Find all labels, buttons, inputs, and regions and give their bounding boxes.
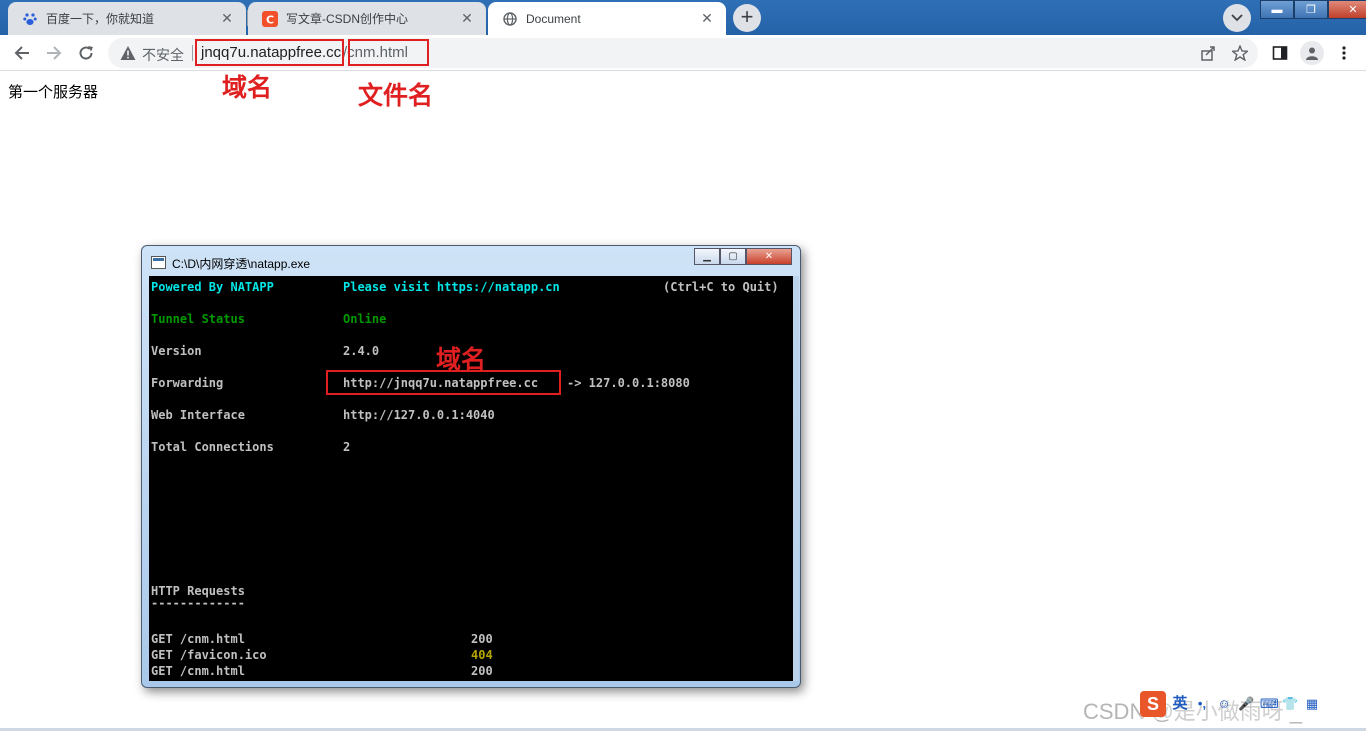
console-row-label: Tunnel Status — [151, 312, 245, 326]
sogou-ime-logo[interactable]: S — [1140, 691, 1166, 717]
domain-highlight-box — [195, 39, 344, 66]
ime-toolbar: S 英 •, ☺ 🎤 ⌨ 👕 ▦ — [1140, 688, 1366, 720]
console-forwarding-target: -> 127.0.0.1:8080 — [567, 376, 690, 390]
console-row-value: http://127.0.0.1:4040 — [343, 408, 495, 422]
console-quit-hint: (Ctrl+C to Quit) — [663, 280, 779, 294]
minimize-window-button[interactable]: ▬ — [1260, 0, 1294, 19]
window-controls: ▬ ❐ ✕ — [1260, 0, 1366, 19]
console-requests-rule: ------------- — [151, 596, 245, 610]
close-tab-icon[interactable]: ✕ — [698, 10, 716, 28]
ime-skin-icon[interactable]: 👕 — [1282, 696, 1298, 712]
reload-button[interactable] — [74, 41, 98, 65]
reload-icon — [79, 46, 93, 60]
console-close-button[interactable]: ✕ — [746, 248, 792, 265]
console-window-controls: ▁ ▢ ✕ — [694, 248, 792, 265]
warning-triangle-icon — [120, 46, 136, 60]
filename-annotation: 文件名 — [358, 82, 434, 110]
globe-icon — [502, 11, 518, 27]
tab-search-button[interactable] — [1223, 4, 1251, 32]
tab-document[interactable]: Document ✕ — [488, 2, 726, 35]
filename-highlight-box — [348, 39, 429, 66]
domain-annotation: 域名 — [222, 74, 273, 102]
console-row-value: 2.4.0 — [343, 344, 380, 358]
tab-title: Document — [526, 11, 581, 26]
page-body-text: 第一个服务器 — [8, 84, 99, 101]
console-visit-url: Please visit https://natapp.cn — [343, 280, 560, 294]
tab-csdn[interactable]: C 写文章-CSDN创作中心 ✕ — [248, 2, 486, 35]
ime-punctuation-icon[interactable]: •, — [1194, 696, 1210, 712]
tab-strip: 百度一下，你就知道 ✕ C 写文章-CSDN创作中心 ✕ Document ✕ … — [0, 0, 1366, 35]
console-row-label: Version — [151, 344, 202, 358]
tab-title: 写文章-CSDN创作中心 — [286, 12, 408, 26]
menu-kebab-icon[interactable] — [1334, 43, 1354, 63]
console-row-value: 2 — [343, 440, 351, 454]
tab-baidu[interactable]: 百度一下，你就知道 ✕ — [8, 2, 246, 35]
address-divider — [192, 45, 193, 61]
console-row-label: Total Connections — [151, 440, 274, 454]
console-request-status: 404 — [471, 648, 493, 662]
close-tab-icon[interactable]: ✕ — [458, 10, 476, 28]
console-minimize-button[interactable]: ▁ — [694, 248, 720, 265]
restore-window-button[interactable]: ❐ — [1294, 0, 1328, 19]
console-scrollbar[interactable] — [793, 276, 799, 681]
close-tab-icon[interactable]: ✕ — [218, 10, 236, 28]
console-row-label: Web Interface — [151, 408, 245, 422]
ime-emoji-icon[interactable]: ☺ — [1216, 696, 1232, 712]
ime-grid-icon[interactable]: ▦ — [1304, 696, 1320, 712]
security-label: 不安全 — [142, 47, 184, 63]
console-row-value: Online — [343, 312, 387, 326]
console-maximize-button[interactable]: ▢ — [720, 248, 746, 265]
profile-avatar-icon[interactable] — [1300, 41, 1324, 65]
close-window-button[interactable]: ✕ — [1328, 0, 1366, 19]
baidu-paw-icon — [22, 11, 38, 27]
chevron-down-icon — [1231, 14, 1243, 22]
tab-title: 百度一下，你就知道 — [46, 12, 155, 26]
console-screen: Powered By NATAPP Please visit https://n… — [149, 276, 793, 681]
console-request-status: 200 — [471, 664, 493, 678]
console-app-icon — [151, 256, 166, 269]
console-request-path: GET /cnm.html — [151, 632, 245, 646]
new-tab-button[interactable]: + — [733, 4, 761, 32]
console-domain-annotation: 域名 — [436, 346, 487, 374]
console-request-status: 200 — [471, 632, 493, 646]
back-arrow-icon — [14, 46, 29, 60]
ime-voice-icon[interactable]: 🎤 — [1238, 696, 1254, 712]
console-request-path: GET /cnm.html — [151, 664, 245, 678]
back-button[interactable] — [10, 41, 34, 65]
side-panel-icon[interactable] — [1270, 43, 1290, 63]
svg-text:C: C — [266, 13, 274, 26]
natapp-console-window[interactable]: C:\D\内网穿透\natapp.exe ▁ ▢ ✕ Powered By NA… — [141, 245, 801, 688]
ime-language-toggle[interactable]: 英 — [1172, 696, 1188, 712]
forward-button[interactable] — [42, 41, 66, 65]
console-request-path: GET /favicon.ico — [151, 648, 267, 662]
console-title: C:\D\内网穿透\natapp.exe — [172, 257, 311, 271]
console-row-label: Forwarding — [151, 376, 224, 390]
forward-arrow-icon — [47, 46, 62, 60]
share-icon[interactable] — [1198, 43, 1218, 63]
console-powered-by: Powered By NATAPP — [151, 280, 274, 294]
ime-keyboard-icon[interactable]: ⌨ — [1260, 696, 1279, 712]
csdn-c-icon: C — [262, 10, 278, 27]
bookmark-star-icon[interactable] — [1230, 43, 1250, 63]
